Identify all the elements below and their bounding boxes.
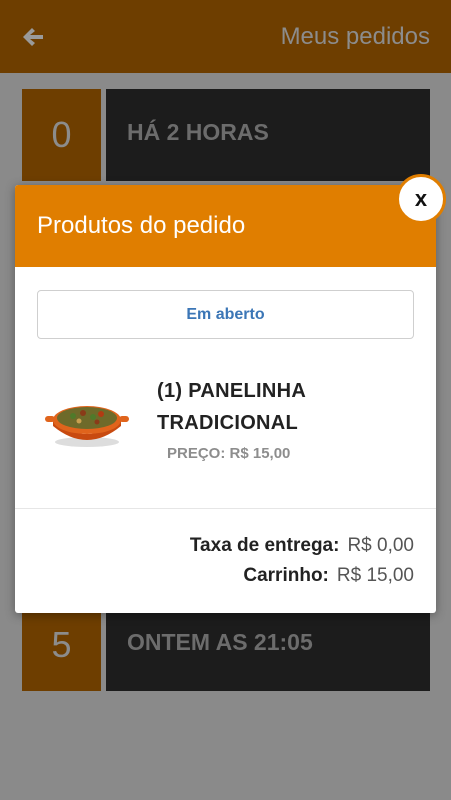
page-title: Meus pedidos [280, 23, 430, 50]
delivery-fee-value: R$ 0,00 [347, 535, 414, 556]
close-button[interactable]: x [396, 174, 446, 224]
product-name: (1) PANELINHA TRADICIONAL [157, 380, 306, 434]
product-price: PREÇO: R$ 15,00 [167, 445, 291, 462]
cart-total-value: R$ 15,00 [336, 565, 414, 586]
order-number: 0 [22, 89, 101, 181]
cart-total-row: Carrinho: R$ 15,00 [243, 565, 414, 587]
order-time: ONTEM AS 21:05 [127, 629, 313, 655]
status-button[interactable]: Em aberto [37, 290, 414, 339]
divider [15, 508, 436, 509]
order-card[interactable]: 0 HÁ 2 HORAS [22, 89, 430, 181]
delivery-fee-row: Taxa de entrega: R$ 0,00 [190, 535, 414, 557]
food-pot-image [43, 390, 131, 450]
food-pot-image-graphic [45, 406, 129, 447]
cart-total-label: Carrinho: [243, 565, 329, 586]
delivery-fee-label: Taxa de entrega: [189, 535, 340, 556]
order-info: HÁ 2 HORAS [106, 89, 430, 181]
top-bar: Meus pedidos [0, 0, 451, 73]
order-time: HÁ 2 HORAS [127, 119, 269, 145]
order-products-modal: Produtos do pedido Em aberto (1) PANELIN… [15, 185, 436, 613]
modal-header: Produtos do pedido [15, 185, 436, 267]
arrow-left-icon[interactable] [20, 24, 46, 50]
modal-title: Produtos do pedido [37, 212, 246, 239]
arrow-left-icon-graphic [23, 28, 43, 46]
